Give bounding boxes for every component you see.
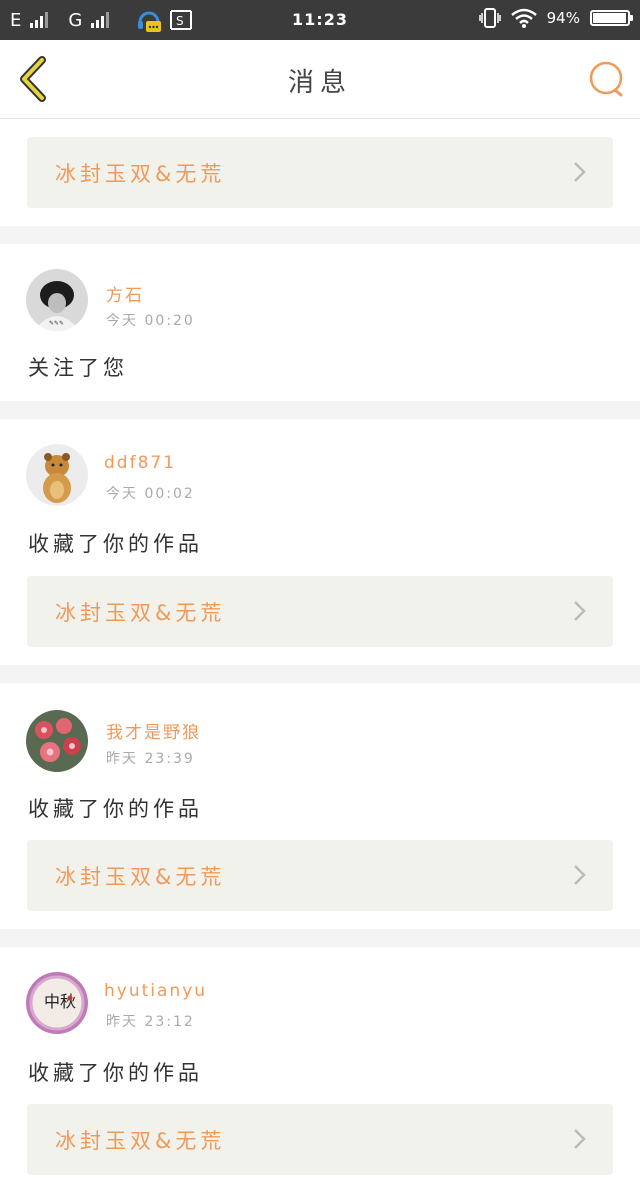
status-bar: E G S 11:23 94%	[0, 0, 640, 40]
work-title: 冰封玉双&无荒	[55, 161, 226, 186]
work-link[interactable]: 冰封玉双&无荒	[27, 137, 613, 208]
divider	[0, 226, 640, 244]
work-title: 冰封玉双&无荒	[55, 1128, 226, 1153]
user-name[interactable]: ddf871	[104, 453, 176, 473]
search-icon[interactable]	[588, 60, 626, 98]
work-title: 冰封玉双&无荒	[55, 600, 226, 625]
user-name[interactable]: 我才是野狼	[106, 718, 201, 743]
message-time: 昨天 23:12	[106, 1014, 195, 1030]
work-link[interactable]: 冰封玉双&无荒	[27, 1104, 613, 1175]
avatar[interactable]	[26, 444, 88, 506]
status-right: 94%	[478, 8, 633, 28]
chevron-right-icon	[574, 601, 586, 621]
avatar[interactable]	[26, 710, 88, 772]
message-time: 今天 00:20	[106, 313, 195, 329]
chevron-right-icon	[574, 865, 586, 885]
message-time: 昨天 23:39	[106, 751, 195, 767]
svg-text:✎✎✎: ✎✎✎	[49, 320, 64, 327]
message-action: 收藏了你的作品	[28, 797, 203, 821]
message-card[interactable]: ddf871 今天 00:02 收藏了你的作品 冰封玉双&无荒	[0, 419, 640, 665]
battery-percent: 94%	[546, 9, 580, 27]
message-action: 收藏了你的作品	[28, 1061, 203, 1085]
battery-icon	[590, 10, 633, 26]
work-link[interactable]: 冰封玉双&无荒	[27, 576, 613, 647]
message-time: 今天 00:02	[106, 486, 195, 502]
message-card[interactable]: ✎✎✎ 方石 今天 00:20 关注了您	[0, 244, 640, 401]
vibrate-icon	[478, 8, 501, 28]
work-title: 冰封玉双&无荒	[55, 864, 226, 889]
message-card: 冰封玉双&无荒	[0, 119, 640, 226]
divider	[0, 401, 640, 419]
user-name[interactable]: 方石	[106, 281, 144, 306]
chevron-right-icon	[574, 162, 586, 182]
page-title: 消息	[287, 68, 352, 98]
message-card[interactable]: 我才是野狼 昨天 23:39 收藏了你的作品 冰封玉双&无荒	[0, 683, 640, 929]
header: 消息	[0, 40, 640, 119]
message-list: 冰封玉双&无荒 ✎✎✎ 方石 今天 00:20 关注了您 ddf871 今天 0…	[0, 119, 640, 1193]
svg-text:中秋: 中秋	[44, 992, 76, 1011]
user-name[interactable]: hyutianyu	[104, 981, 207, 1001]
message-action: 关注了您	[28, 356, 128, 380]
message-action: 收藏了你的作品	[28, 532, 203, 556]
chevron-right-icon	[574, 1129, 586, 1149]
message-card[interactable]: 中秋 hyutianyu 昨天 23:12 收藏了你的作品 冰封玉双&无荒	[0, 947, 640, 1193]
wifi-icon	[510, 8, 537, 28]
avatar[interactable]: 中秋	[26, 972, 88, 1034]
work-link[interactable]: 冰封玉双&无荒	[27, 840, 613, 911]
avatar[interactable]: ✎✎✎	[26, 269, 88, 331]
divider	[0, 665, 640, 683]
divider	[0, 929, 640, 947]
